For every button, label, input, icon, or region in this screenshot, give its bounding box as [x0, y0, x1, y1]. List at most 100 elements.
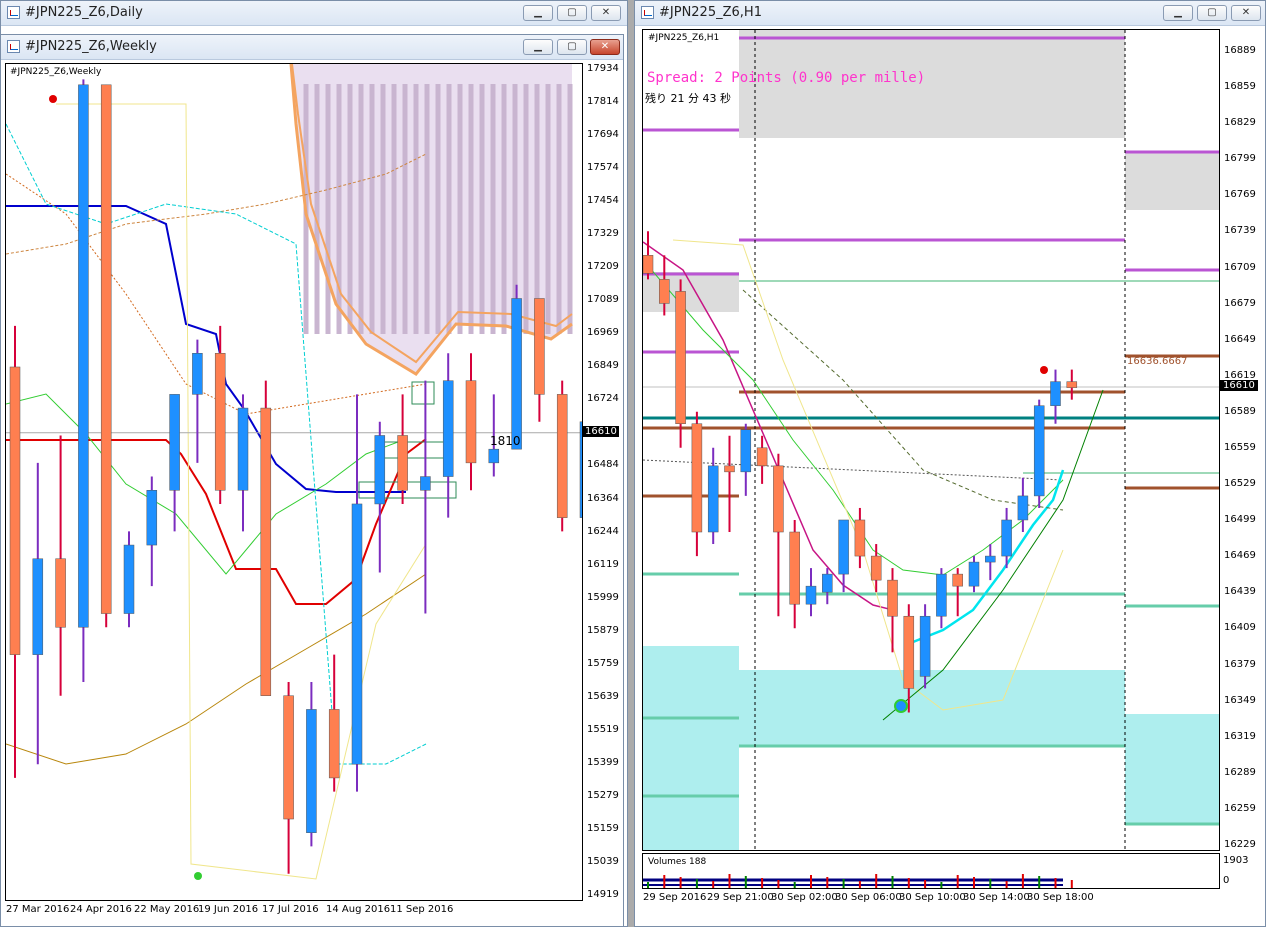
price-tick-label: 16244 — [587, 525, 619, 537]
time-tick-label: 30 Sep 02:00 — [771, 892, 838, 903]
weekly-candle — [534, 298, 545, 395]
weekly-chart-window[interactable]: #JPN225_Z6,Weekly ▁ ▢ ✕ #JPN225_Z6,Weekl… — [0, 34, 624, 927]
close-button[interactable]: ✕ — [1231, 5, 1261, 21]
weekly-candle — [78, 84, 89, 628]
h1-price-axis[interactable]: 16889 16859 16829 16799 16769 16739 16709 16679… — [1220, 29, 1265, 851]
weekly-candle — [442, 380, 454, 477]
h1-candle — [822, 573, 833, 593]
weekly-annotation: 1810 — [490, 434, 521, 448]
maximize-button[interactable]: ▢ — [557, 39, 587, 55]
spread-indicator: Spread: 2 Points (0.90 per mille) — [647, 70, 926, 86]
ichimoku-cloud — [291, 64, 572, 374]
h1-candle — [789, 531, 800, 605]
price-tick-label: 16589 — [1224, 405, 1256, 417]
ma-long — [6, 573, 427, 765]
price-tick-label: 16499 — [1224, 514, 1256, 526]
price-tick-label: 15639 — [587, 690, 619, 702]
price-tick-label: 16259 — [1224, 802, 1256, 814]
weekly-chart-label: #JPN225_Z6,Weekly — [10, 67, 102, 77]
bar-timer: 残り 21 分 43 秒 — [645, 92, 731, 105]
weekly-chart-svg — [6, 64, 582, 880]
price-tick-label: 16799 — [1224, 153, 1256, 165]
price-tick-label: 16849 — [587, 360, 619, 372]
h1-candle — [1017, 495, 1029, 521]
weekly-candle — [397, 435, 408, 491]
weekly-price-axis[interactable]: 17934 17814 17694 17574 17454 17329 17209 17089… — [583, 63, 623, 901]
ma-dash — [742, 289, 1064, 511]
daily-title-bar[interactable]: #JPN225_Z6,Daily ▁ ▢ ✕ — [1, 1, 627, 26]
time-tick-label: 30 Sep 06:00 — [835, 892, 902, 903]
price-tick-label: 16829 — [1224, 117, 1256, 129]
price-tick-label: 16409 — [1224, 622, 1256, 634]
price-tick-label: 16469 — [1224, 550, 1256, 562]
h1-candle — [936, 573, 947, 617]
time-tick-label: 11 Sep 2016 — [390, 904, 454, 915]
weekly-candle — [465, 380, 477, 464]
close-button[interactable]: ✕ — [590, 39, 620, 55]
weekly-time-axis[interactable]: 27 Mar 2016 24 Apr 2016 22 May 2016 19 Jun … — [5, 901, 583, 925]
time-tick-label: 17 Jul 2016 — [262, 904, 319, 915]
h1-plot-area[interactable]: #JPN225_Z6,H1 Spread: 2 Points (0.90 per… — [642, 29, 1220, 851]
volume-label: Volumes 188 — [648, 857, 707, 867]
h1-candle — [740, 429, 752, 473]
weekly-candle — [351, 503, 363, 765]
h1-title-bar[interactable]: #JPN225_Z6,H1 ▁ ▢ ✕ — [635, 1, 1265, 26]
high-marker — [49, 95, 57, 103]
volume-chart-svg — [643, 874, 1073, 888]
time-tick-label: 14 Aug 2016 — [326, 904, 391, 915]
h1-candle — [643, 255, 654, 274]
weekly-candle — [192, 353, 203, 395]
close-button[interactable]: ✕ — [591, 5, 621, 21]
weekly-candle — [420, 476, 431, 491]
price-tick-label: 17814 — [587, 96, 619, 108]
price-tick-label: 15039 — [587, 855, 619, 867]
h1-chart-window[interactable]: #JPN225_Z6,H1 ▁ ▢ ✕ #JPN225_Z6,H1 Spread… — [634, 0, 1266, 927]
h1-chart-label: #JPN225_Z6,H1 — [648, 33, 720, 43]
price-tick-label: 16119 — [587, 558, 619, 570]
h1-candle — [691, 423, 703, 533]
maximize-button[interactable]: ▢ — [1197, 5, 1227, 21]
weekly-candle — [283, 695, 294, 820]
minimize-button[interactable]: ▁ — [1163, 5, 1193, 21]
h1-chart-svg — [643, 30, 1219, 850]
price-tick-label: 17209 — [587, 261, 619, 273]
h1-candle — [919, 615, 931, 677]
weekly-candle — [511, 298, 522, 450]
weekly-candle — [9, 366, 21, 655]
h1-candle — [1001, 519, 1012, 557]
weekly-plot-area[interactable]: #JPN225_Z6,Weekly 1810 — [5, 63, 583, 901]
daily-window-title: #JPN225_Z6,Daily — [25, 5, 143, 20]
chart-window-icon — [641, 6, 654, 19]
h1-candle — [1066, 381, 1078, 388]
demand-zone — [1125, 714, 1219, 824]
price-tick-label: 16769 — [1224, 189, 1256, 201]
supply-zone — [643, 272, 739, 312]
price-tick-label: 16559 — [1224, 442, 1256, 453]
weekly-candle — [32, 558, 44, 655]
minimize-button[interactable]: ▁ — [523, 39, 553, 55]
time-tick-label: 30 Sep 14:00 — [963, 892, 1030, 903]
h1-candle — [805, 585, 817, 605]
time-tick-label: 22 May 2016 — [134, 904, 200, 915]
price-tick-label: 16349 — [1224, 694, 1256, 706]
weekly-candle — [237, 407, 249, 491]
price-tick-label: 16439 — [1224, 586, 1256, 598]
price-tick-label: 16739 — [1224, 225, 1256, 237]
time-tick-label: 29 Sep 2016 — [643, 892, 707, 903]
weekly-candle — [100, 84, 112, 614]
minimize-button[interactable]: ▁ — [523, 5, 553, 21]
price-tick-label: 15999 — [587, 591, 619, 603]
price-tick-label: 17089 — [587, 294, 619, 306]
price-tick-label: 16319 — [1224, 730, 1256, 742]
maximize-button[interactable]: ▢ — [557, 5, 587, 21]
volume-subwindow[interactable]: Volumes 188 — [642, 853, 1220, 889]
h1-time-axis[interactable]: 29 Sep 2016 29 Sep 21:00 30 Sep 02:00 30 Se… — [642, 889, 1220, 913]
current-price-tag: 16610 — [583, 425, 619, 437]
price-tick-label: 17454 — [587, 195, 619, 207]
price-tick-label: 16289 — [1224, 766, 1256, 778]
volume-axis: 1903 0 — [1220, 853, 1265, 889]
weekly-window-title: #JPN225_Z6,Weekly — [25, 39, 157, 54]
weekly-candle — [328, 709, 340, 779]
weekly-title-bar[interactable]: #JPN225_Z6,Weekly ▁ ▢ ✕ — [1, 35, 623, 60]
high-marker — [1040, 366, 1048, 374]
